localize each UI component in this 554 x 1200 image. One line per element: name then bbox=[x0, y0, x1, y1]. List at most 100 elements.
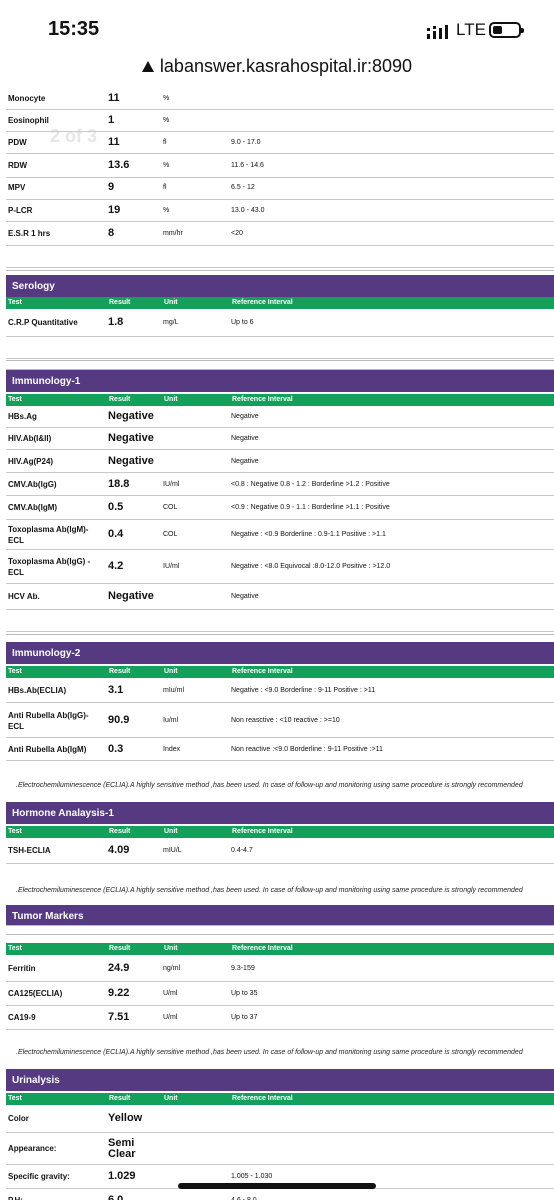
column-reference: Reference Interval bbox=[232, 396, 293, 403]
test-unit: Iu/ml bbox=[163, 716, 179, 724]
table-row bbox=[6, 1105, 554, 1133]
test-name: Toxoplasma Ab(IgM)- bbox=[8, 525, 89, 534]
table-row bbox=[6, 406, 554, 428]
test-result: 9 bbox=[108, 181, 115, 193]
test-name: PDW bbox=[8, 138, 27, 147]
home-indicator[interactable] bbox=[178, 1183, 376, 1189]
column-unit: Unit bbox=[164, 299, 178, 306]
table-row bbox=[6, 955, 554, 982]
test-result: 8 bbox=[108, 227, 115, 239]
test-result: Yellow bbox=[108, 1112, 143, 1124]
test-result: 24.9 bbox=[108, 961, 130, 974]
table-row bbox=[6, 838, 554, 864]
column-header: Test Result Unit Reference Interval bbox=[6, 394, 554, 406]
clock: 15:35 bbox=[48, 18, 100, 40]
reference-interval: Non reactive :<9.0 Borderline : 9-11 Pos… bbox=[231, 745, 383, 753]
table-row bbox=[6, 428, 554, 450]
reference-interval: <0.9 : Negative 0.9 - 1.1 : Borderline >… bbox=[231, 504, 390, 511]
reference-interval: Negative : <8.0 Equivocal :8.0-12.0 Posi… bbox=[231, 563, 391, 570]
test-name: E.S.R 1 hrs bbox=[8, 229, 51, 238]
test-name: Anti Rubella Ab(IgG)- bbox=[8, 710, 89, 720]
signal-icon bbox=[427, 25, 448, 39]
column-reference: Reference Interval bbox=[232, 1095, 293, 1102]
report-page[interactable]: 2 of 3 Monocyte 11% Eosinophil 1% PDW 11 fl 9.0… bbox=[0, 88, 554, 1200]
reference-interval: Up to 35 bbox=[231, 990, 258, 997]
test-result: 13.6 bbox=[108, 159, 130, 171]
test-result-cont: Clear bbox=[108, 1148, 136, 1160]
network-label: LTE bbox=[456, 20, 486, 39]
immunology-2-heading: Immunology-2 bbox=[6, 642, 554, 664]
test-unit: COL bbox=[163, 531, 178, 538]
address-bar[interactable]: labanswer.kasrahospital.ir:8090 bbox=[0, 56, 554, 84]
table-row bbox=[6, 982, 554, 1006]
reference-interval: 13.0 - 43.0 bbox=[231, 207, 265, 214]
reference-interval: Negative bbox=[231, 435, 259, 442]
battery-icon bbox=[489, 22, 524, 38]
table-row bbox=[6, 610, 554, 632]
test-name: Appearance: bbox=[8, 1144, 57, 1153]
test-result: 0.4 bbox=[108, 528, 124, 540]
table-row bbox=[6, 584, 554, 610]
reference-interval: 9.3-159 bbox=[231, 964, 255, 972]
column-header: Test Result Unit Reference Interval bbox=[6, 666, 554, 678]
column-test: Test bbox=[8, 1095, 22, 1102]
test-name-cont: ECL bbox=[8, 536, 24, 545]
test-result: 1 bbox=[108, 114, 115, 126]
url-text: labanswer.kasrahospital.ir:8090 bbox=[159, 56, 413, 76]
test-result: 4.2 bbox=[108, 560, 124, 572]
reference-interval: Negative bbox=[231, 593, 259, 600]
test-name: P.H: bbox=[8, 1196, 23, 1200]
urinalysis-heading: Urinalysis bbox=[6, 1069, 554, 1091]
table-row bbox=[6, 337, 554, 359]
column-header: Test Result Unit Reference Interval bbox=[6, 297, 554, 309]
column-reference: Reference Interval bbox=[232, 668, 293, 675]
test-name: Toxoplasma Ab(IgG) - bbox=[8, 557, 91, 566]
test-name-cont: ECL bbox=[8, 721, 24, 731]
test-unit: % bbox=[163, 207, 170, 214]
test-name: Anti Rubella Ab(IgM) bbox=[8, 744, 87, 754]
test-unit: % bbox=[163, 95, 170, 102]
test-result: 18.8 bbox=[108, 477, 130, 490]
table-row bbox=[6, 450, 554, 473]
test-unit: COL bbox=[163, 504, 178, 511]
test-unit: mIu/ml bbox=[163, 686, 184, 694]
test-result: 11 bbox=[108, 136, 120, 148]
table-row bbox=[6, 154, 554, 178]
test-name: Color bbox=[8, 1114, 29, 1123]
column-result: Result bbox=[109, 1095, 131, 1102]
test-result: 7.51 bbox=[108, 1011, 130, 1023]
test-result: Negative bbox=[108, 410, 154, 422]
test-name: CMV.Ab(IgM) bbox=[8, 503, 58, 512]
reference-interval: Up to 37 bbox=[231, 1014, 258, 1021]
warning-icon bbox=[141, 61, 154, 72]
reference-interval: <20 bbox=[231, 230, 243, 237]
column-result: Result bbox=[109, 945, 131, 952]
table-row bbox=[6, 200, 554, 222]
tumor-heading: Tumor Markers bbox=[6, 905, 554, 927]
test-unit: mIU/L bbox=[163, 847, 182, 854]
test-name: HBs.Ab(ECLIA) bbox=[8, 685, 67, 695]
column-result: Result bbox=[109, 299, 131, 306]
test-result: 11 bbox=[108, 92, 120, 104]
test-name: C.R.P Quantitative bbox=[8, 318, 78, 327]
column-reference: Reference Interval bbox=[232, 945, 293, 952]
reference-interval: 0.4-4.7 bbox=[231, 847, 253, 854]
test-name: TSH-ECLIA bbox=[8, 846, 51, 855]
test-name: Eosinophil bbox=[8, 116, 49, 125]
test-name: HBs.Ag bbox=[8, 412, 37, 421]
test-result: 0.3 bbox=[108, 742, 124, 755]
test-result: 1.8 bbox=[108, 316, 124, 328]
column-unit: Unit bbox=[164, 828, 178, 835]
reference-interval: 9.0 - 17.0 bbox=[231, 139, 261, 146]
column-unit: Unit bbox=[164, 945, 178, 952]
test-name: CMV.Ab(IgG) bbox=[8, 479, 57, 489]
column-unit: Unit bbox=[164, 668, 178, 675]
serology-heading: Serology bbox=[6, 275, 554, 297]
column-result: Result bbox=[109, 668, 131, 675]
column-result: Result bbox=[109, 396, 131, 403]
column-unit: Unit bbox=[164, 1095, 178, 1102]
test-name: RDW bbox=[8, 161, 28, 170]
reference-interval: Negative : <0.9 Borderline : 0.9-1.1 Pos… bbox=[231, 531, 386, 538]
test-name: Specific gravity: bbox=[8, 1172, 70, 1181]
test-unit: fl bbox=[163, 184, 167, 191]
